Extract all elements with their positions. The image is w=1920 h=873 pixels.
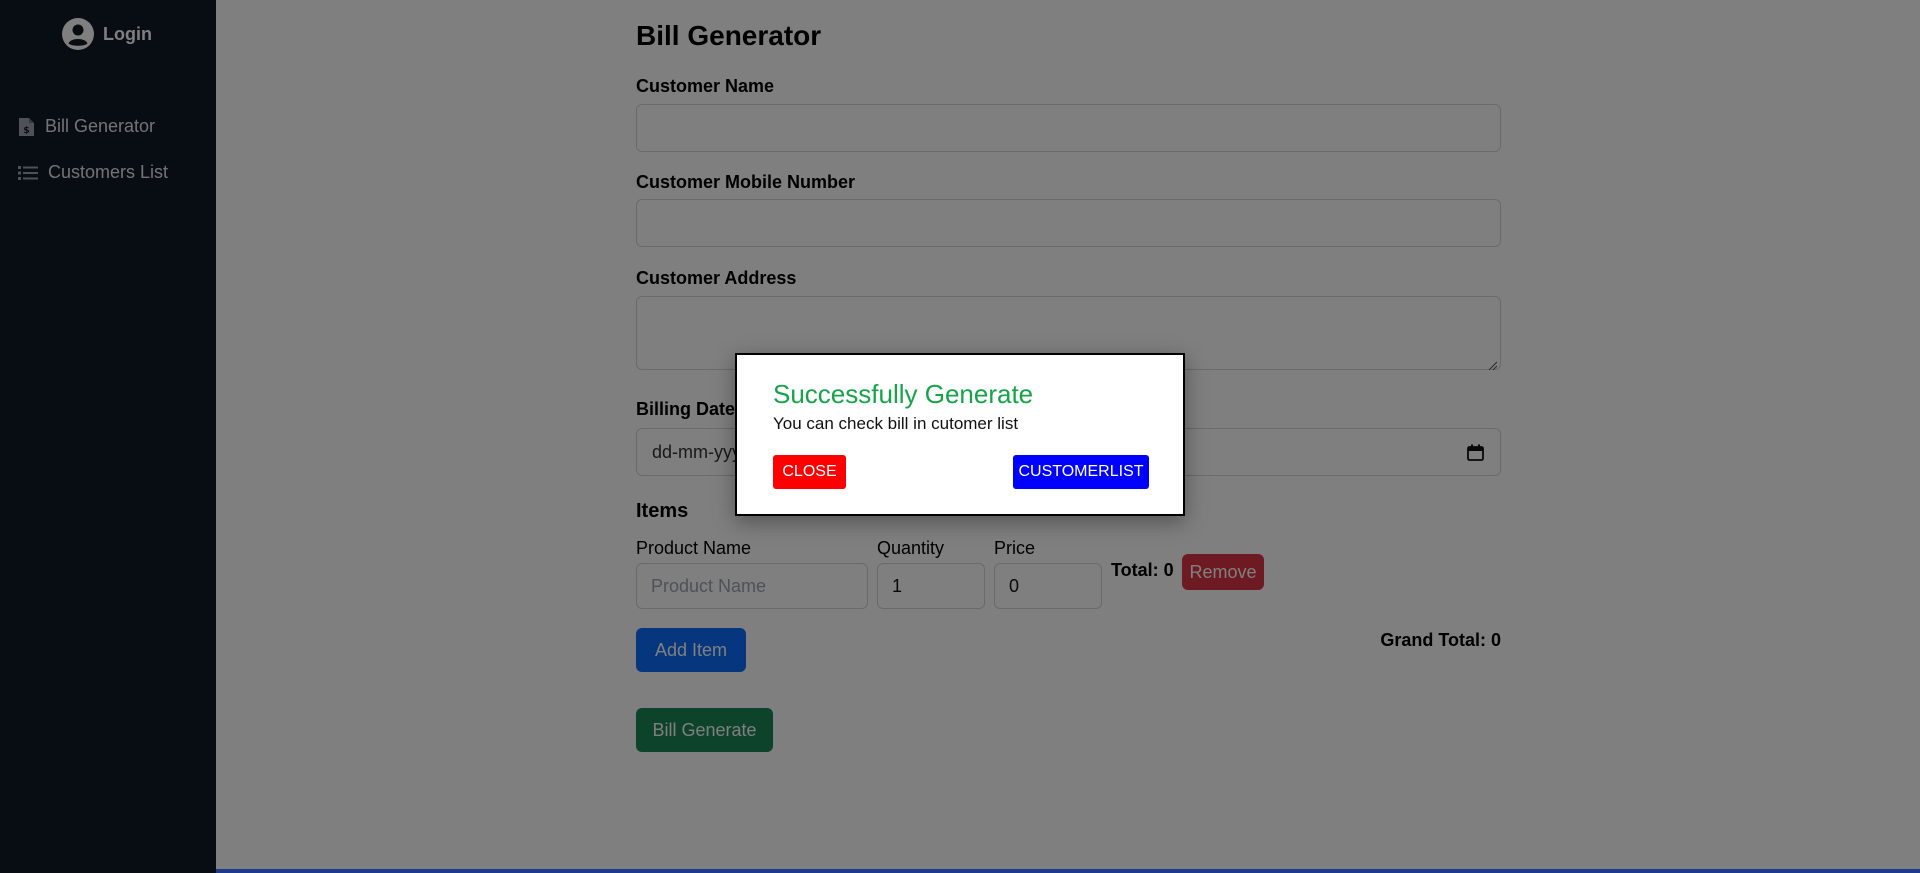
close-button[interactable]: CLOSE [773, 455, 846, 489]
bottom-border [216, 869, 1920, 873]
customer-list-button[interactable]: CUSTOMERLIST [1013, 455, 1149, 489]
modal-title: Successfully Generate [773, 379, 1034, 409]
modal-message: You can check bill in cutomer list [773, 414, 1019, 433]
success-modal: Successfully Generate You can check bill… [735, 353, 1185, 516]
